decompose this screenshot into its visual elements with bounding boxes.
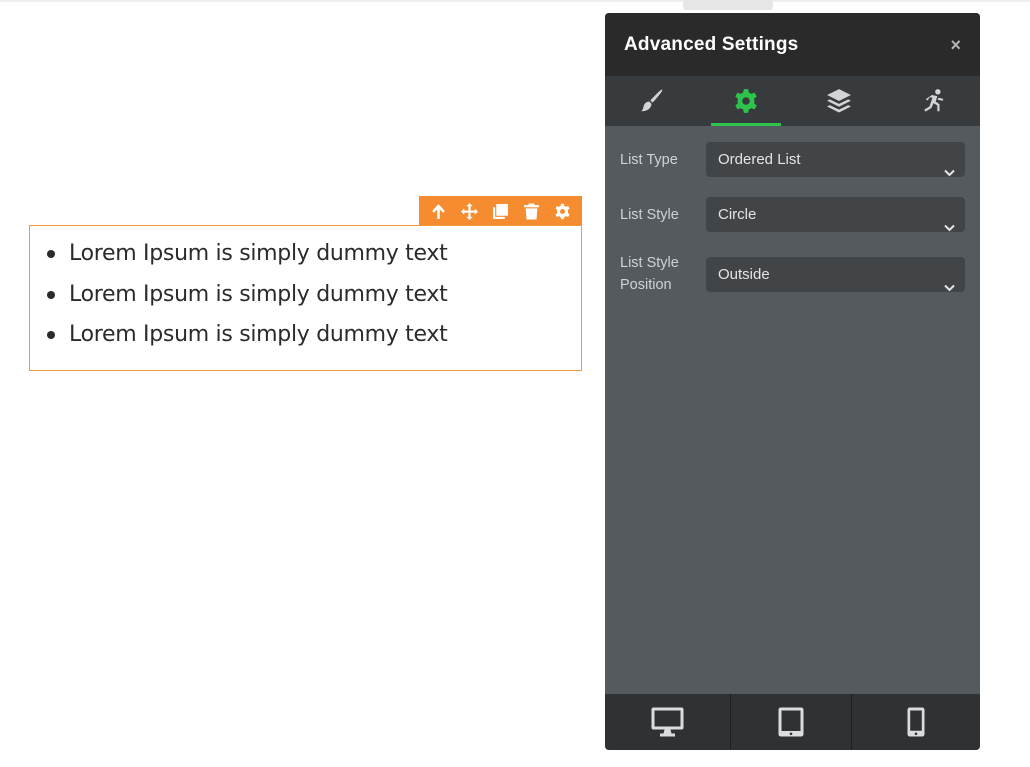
arrow-up-icon[interactable] [425,197,453,225]
tab-layers[interactable] [793,76,887,126]
tab-advanced[interactable] [699,76,793,126]
brush-icon [641,89,663,112]
panel-title: Advanced Settings [624,33,799,55]
list-item: Lorem Ipsum is simply dummy text [46,233,448,274]
list-style-position-row: List Style Position Outside [620,252,965,296]
desktop-icon [651,707,684,737]
list-type-select[interactable]: Ordered List [706,142,965,177]
list-style-position-label: List Style Position [620,255,679,293]
layers-icon [827,89,852,113]
tab-style[interactable] [605,76,699,126]
animation-icon [924,89,944,112]
list-item: Lorem Ipsum is simply dummy text [46,314,448,355]
list-style-position-value: Outside [718,265,770,283]
tab-animation[interactable] [886,76,980,126]
list-style-row: List Style Circle [620,197,965,232]
element-toolbar [419,196,582,226]
desktop-view-button[interactable] [605,694,731,750]
close-button[interactable]: × [950,36,961,54]
list-style-label: List Style [620,206,679,223]
list-style-value: Circle [718,206,757,223]
top-border [0,0,1030,2]
chevron-down-icon [944,210,955,232]
gear-icon [734,89,757,113]
advanced-settings-panel: Advanced Settings × List Type Ordered Li… [605,13,980,750]
list-type-row: List Type Ordered List [620,142,965,177]
chevron-down-icon [944,270,955,291]
list-type-value: Ordered List [718,151,801,168]
bullet-list: Lorem Ipsum is simply dummy text Lorem I… [46,233,448,355]
mobile-view-button[interactable] [852,694,980,750]
list-type-label: List Type [620,151,678,168]
tablet-icon [778,707,804,737]
tablet-view-button[interactable] [731,694,852,750]
gear-icon[interactable] [549,197,577,225]
settings-tabs [605,76,980,126]
mobile-icon [907,707,925,737]
responsive-device-bar [605,694,980,750]
chevron-down-icon [944,155,955,177]
top-handle-tab[interactable] [683,0,773,10]
list-style-position-select[interactable]: Outside [706,256,965,292]
panel-header[interactable]: Advanced Settings × [605,13,980,76]
list-item: Lorem Ipsum is simply dummy text [46,274,448,315]
duplicate-icon[interactable] [487,197,515,225]
settings-form: List Type Ordered List List Style Circle… [605,126,980,296]
move-icon[interactable] [456,197,484,225]
list-style-select[interactable]: Circle [706,197,965,232]
trash-icon[interactable] [518,197,546,225]
